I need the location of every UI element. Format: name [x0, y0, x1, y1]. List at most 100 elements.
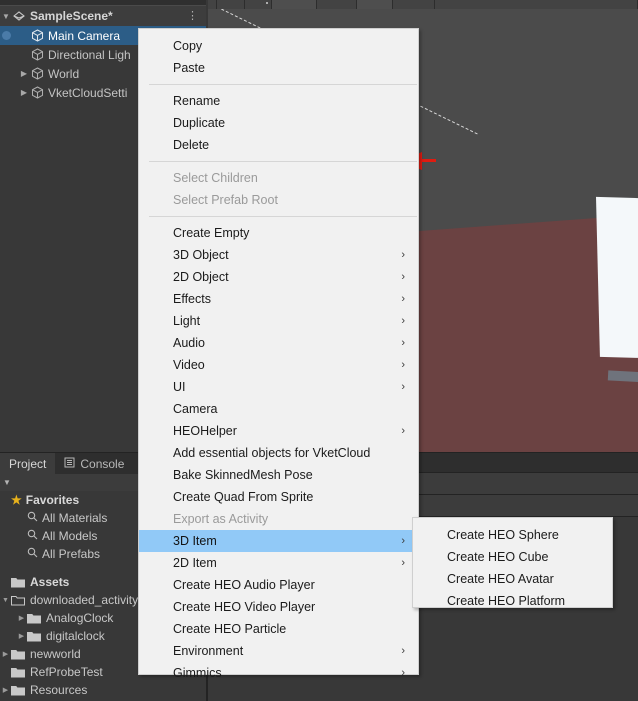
- menu-item-audio[interactable]: Audio ›: [139, 332, 418, 354]
- chevron-right-icon[interactable]: ▶: [18, 69, 30, 78]
- toolbar-cell[interactable]: [392, 0, 435, 9]
- menu-item-label: Video: [173, 358, 205, 372]
- hierarchy-item-label: Main Camera: [48, 28, 121, 43]
- menu-item-label: Delete: [173, 138, 210, 152]
- menu-item-paste[interactable]: Paste: [139, 57, 418, 79]
- toolbar-cell[interactable]: [216, 0, 246, 9]
- toolbar-cell[interactable]: [271, 0, 317, 9]
- menu-item-label: Add essential objects for VketCloud: [173, 446, 371, 460]
- menu-item-label: Audio: [173, 336, 205, 350]
- submenu-item-label: Create HEO Platform: [447, 594, 566, 608]
- menu-item-light[interactable]: Light ›: [139, 310, 418, 332]
- menu-item-create-heo-audio-player[interactable]: Create HEO Audio Player: [139, 574, 418, 596]
- menu-item-label: Rename: [173, 94, 221, 108]
- chevron-right-icon[interactable]: ▶: [0, 650, 11, 658]
- toolbar-cell[interactable]: [317, 0, 358, 9]
- menu-item-ui[interactable]: UI ›: [139, 376, 418, 398]
- submenu-item-create-heo-cube[interactable]: Create HEO Cube: [413, 546, 612, 568]
- toolbar-cell[interactable]: [208, 0, 217, 9]
- tab-project[interactable]: Project: [0, 453, 56, 474]
- menu-item-heohelper[interactable]: HEOHelper ›: [139, 420, 418, 442]
- menu-item-duplicate[interactable]: Duplicate: [139, 112, 418, 134]
- tab-console[interactable]: Console: [55, 453, 133, 474]
- menu-item-label: Duplicate: [173, 116, 226, 130]
- menu-item-rename[interactable]: Rename: [139, 90, 418, 112]
- menu-item-label: 2D Item: [173, 556, 217, 570]
- chevron-down-icon[interactable]: ▼: [0, 597, 11, 604]
- menu-item-effects[interactable]: Effects ›: [139, 288, 418, 310]
- menu-item-export-as-activity: Export as Activity: [139, 508, 418, 530]
- menu-item-select-prefab-root: Select Prefab Root: [139, 189, 418, 211]
- toolbar-indicator-icon: [266, 2, 268, 4]
- menu-item-gimmics[interactable]: Gimmics ›: [139, 662, 418, 684]
- chevron-right-icon: ›: [401, 557, 405, 569]
- menu-item-3d-item[interactable]: 3D Item ›: [139, 530, 418, 552]
- menu-item-create-heo-video-player[interactable]: Create HEO Video Player: [139, 596, 418, 618]
- menu-item-label: Camera: [173, 402, 218, 416]
- menu-item-label: Select Children: [173, 171, 258, 185]
- project-tree-label: newworld: [30, 647, 81, 661]
- toolbar-cell[interactable]: [434, 0, 638, 9]
- menu-item-label: Create HEO Particle: [173, 622, 287, 636]
- menu-item-add-essential-objects-for-vketcloud[interactable]: Add essential objects for VketCloud: [139, 442, 418, 464]
- menu-item-2d-object[interactable]: 2D Object ›: [139, 266, 418, 288]
- chevron-right-icon[interactable]: ▶: [16, 632, 27, 640]
- menu-item-3d-object[interactable]: 3D Object ›: [139, 244, 418, 266]
- chevron-right-icon: ›: [401, 425, 405, 437]
- menu-item-delete[interactable]: Delete: [139, 134, 418, 156]
- scene-icon: [12, 9, 26, 23]
- context-submenu-3d-item[interactable]: Create HEO Sphere Create HEO Cube Create H…: [412, 517, 613, 608]
- toolbar-cell[interactable]: [245, 0, 272, 9]
- toolbar-cell-active[interactable]: [357, 0, 393, 9]
- menu-item-label: Export as Activity: [173, 512, 269, 526]
- chevron-down-icon[interactable]: ▼: [0, 12, 12, 21]
- menu-item-create-quad-from-sprite[interactable]: Create Quad From Sprite: [139, 486, 418, 508]
- folder-icon: [11, 649, 25, 660]
- hierarchy-options-icon[interactable]: ⋮: [187, 11, 198, 22]
- chevron-right-icon[interactable]: ▶: [16, 614, 27, 622]
- chevron-right-icon: ›: [401, 535, 405, 547]
- chevron-right-icon: ›: [401, 271, 405, 283]
- hierarchy-item-label: World: [48, 66, 80, 81]
- menu-item-label: 3D Object: [173, 248, 229, 262]
- search-icon: [27, 529, 38, 543]
- menu-item-label: Copy: [173, 39, 203, 53]
- submenu-item-create-heo-platform[interactable]: Create HEO Platform: [413, 590, 612, 612]
- folder-open-icon: [11, 595, 25, 606]
- menu-item-camera[interactable]: Camera: [139, 398, 418, 420]
- project-tree-label: All Prefabs: [42, 547, 101, 561]
- menu-item-copy[interactable]: Copy: [139, 35, 418, 57]
- menu-item-label: HEOHelper: [173, 424, 237, 438]
- menu-item-bake-skinnedmesh-pose[interactable]: Bake SkinnedMesh Pose: [139, 464, 418, 486]
- menu-item-select-children: Select Children: [139, 167, 418, 189]
- scene-toolbar[interactable]: [208, 0, 638, 9]
- project-tree-label: downloaded_activity: [30, 593, 139, 607]
- chevron-right-icon[interactable]: ▶: [18, 88, 30, 97]
- menu-item-create-empty[interactable]: Create Empty: [139, 222, 418, 244]
- menu-separator: [149, 216, 417, 217]
- menu-item-label: Light: [173, 314, 201, 328]
- hierarchy-context-menu[interactable]: Copy Paste Rename Duplicate Delete Select Chi…: [138, 28, 419, 680]
- menu-item-environment[interactable]: Environment ›: [139, 640, 418, 662]
- project-tree-label: All Materials: [42, 511, 108, 525]
- menu-item-label: 2D Object: [173, 270, 229, 284]
- menu-item-create-heo-particle[interactable]: Create HEO Particle: [139, 618, 418, 640]
- unity-editor-window: ▼ SampleScene* ⋮ Main Camera Directional …: [0, 0, 638, 701]
- chevron-down-icon[interactable]: ▼: [3, 478, 11, 487]
- project-tree-label: Favorites: [25, 493, 80, 507]
- gameobject-cube-icon: [30, 66, 45, 81]
- menu-item-label: Create HEO Video Player: [173, 600, 316, 614]
- menu-item-label: Environment: [173, 644, 244, 658]
- submenu-item-create-heo-avatar[interactable]: Create HEO Avatar: [413, 568, 612, 590]
- console-icon: [64, 457, 75, 471]
- scene-white-object: [595, 196, 638, 360]
- chevron-right-icon[interactable]: ▶: [0, 686, 11, 694]
- chevron-right-icon: ›: [401, 667, 405, 679]
- favorites-star-icon: ★: [11, 493, 22, 507]
- menu-item-2d-item[interactable]: 2D Item ›: [139, 552, 418, 574]
- menu-item-label: Select Prefab Root: [173, 193, 278, 207]
- folder-icon: [27, 631, 41, 642]
- submenu-item-create-heo-sphere[interactable]: Create HEO Sphere: [413, 524, 612, 546]
- hierarchy-scene-row[interactable]: ▼ SampleScene* ⋮: [0, 6, 206, 26]
- menu-item-video[interactable]: Video ›: [139, 354, 418, 376]
